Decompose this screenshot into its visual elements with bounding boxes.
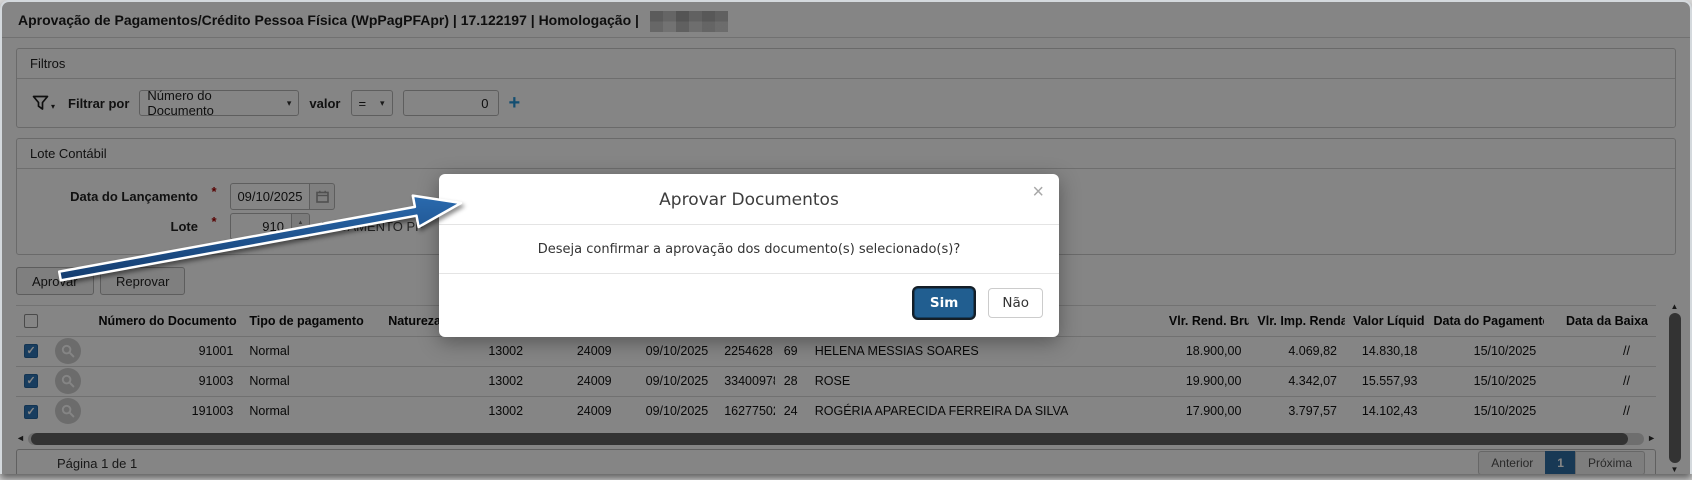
approve-documents-modal: Aprovar Documentos × Deseja confirmar a …	[439, 174, 1059, 337]
confirm-no-button[interactable]: Não	[988, 288, 1043, 318]
modal-title: Aprovar Documentos	[659, 190, 839, 210]
modal-message: Deseja confirmar a aprovação dos documen…	[538, 242, 960, 257]
app-window: Aprovação de Pagamentos/Crédito Pessoa F…	[0, 0, 1692, 474]
confirm-yes-button[interactable]: Sim	[914, 288, 974, 318]
close-icon[interactable]: ×	[1032, 181, 1044, 204]
